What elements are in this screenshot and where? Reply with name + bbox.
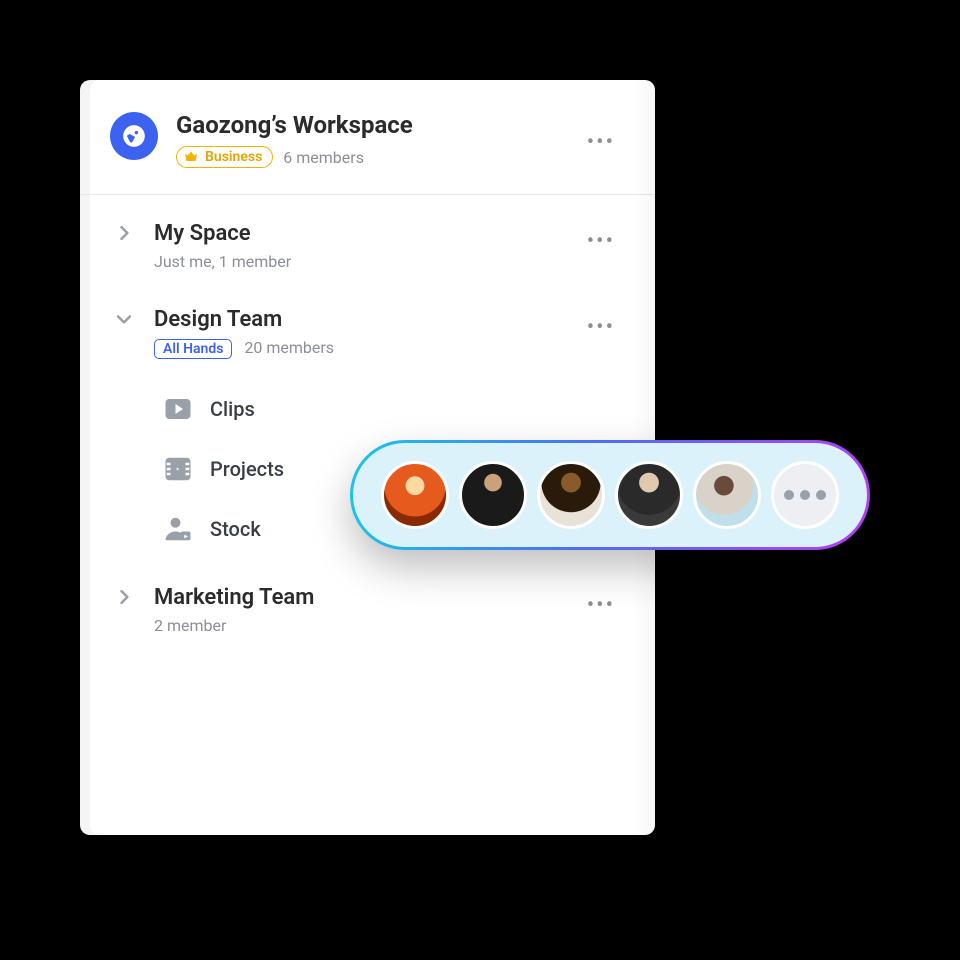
folder-label: Stock xyxy=(210,517,261,541)
film-icon xyxy=(162,453,194,485)
workspace-title: Gaozong’s Workspace xyxy=(176,112,413,138)
folder-label: Projects xyxy=(210,457,284,481)
space-subtitle: 20 members xyxy=(244,338,334,357)
folder-clips[interactable]: Clips xyxy=(162,379,625,439)
space-tag[interactable]: All Hands xyxy=(154,339,232,359)
space-more-icon[interactable]: ••• xyxy=(581,225,621,259)
space-title: My Space xyxy=(154,221,291,246)
members-pill[interactable] xyxy=(350,440,870,550)
workspace-more-icon[interactable]: ••• xyxy=(581,126,621,160)
crown-icon xyxy=(183,149,199,165)
space-more-icon[interactable]: ••• xyxy=(581,589,621,623)
app-logo-icon xyxy=(110,112,158,160)
play-icon xyxy=(162,393,194,425)
space-item-design-team[interactable]: Design Team All Hands 20 members ••• xyxy=(110,281,625,369)
space-item-marketing-team[interactable]: Marketing Team 2 member ••• xyxy=(110,559,625,645)
space-item-my-space[interactable]: My Space Just me, 1 member ••• xyxy=(110,195,625,281)
workspace-members: 6 members xyxy=(283,148,364,167)
chevron-right-icon[interactable] xyxy=(110,587,138,607)
space-subtitle: Just me, 1 member xyxy=(154,252,291,271)
space-more-icon[interactable]: ••• xyxy=(581,311,621,345)
avatar[interactable] xyxy=(459,461,527,529)
workspace-header[interactable]: Gaozong’s Workspace Business 6 members •… xyxy=(80,80,655,195)
space-title: Design Team xyxy=(154,307,334,332)
avatar-more-icon[interactable] xyxy=(771,461,839,529)
folder-label: Clips xyxy=(210,397,255,421)
plan-label: Business xyxy=(205,149,262,165)
plan-badge[interactable]: Business xyxy=(176,146,273,168)
person-icon xyxy=(162,513,194,545)
avatar[interactable] xyxy=(693,461,761,529)
chevron-right-icon[interactable] xyxy=(110,223,138,243)
chevron-down-icon[interactable] xyxy=(110,309,138,329)
avatar[interactable] xyxy=(381,461,449,529)
members-pill-inner xyxy=(353,443,867,547)
avatar[interactable] xyxy=(615,461,683,529)
avatar[interactable] xyxy=(537,461,605,529)
space-title: Marketing Team xyxy=(154,585,314,610)
space-subtitle: 2 member xyxy=(154,616,314,635)
